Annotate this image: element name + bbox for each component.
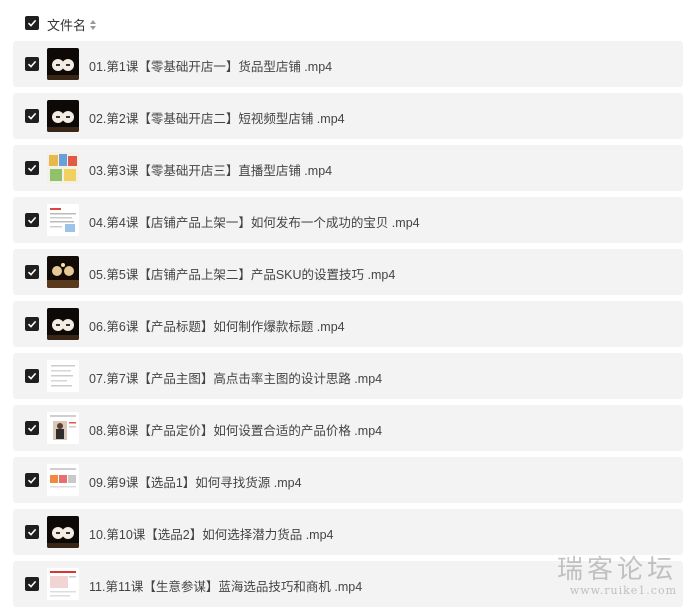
video-thumbnail[interactable] <box>47 48 79 80</box>
file-checkbox[interactable] <box>25 577 39 591</box>
file-checkbox[interactable] <box>25 369 39 383</box>
file-row[interactable]: 10.第10课【选品2】如何选择潜力货品 .mp4 <box>13 509 683 555</box>
file-checkbox[interactable] <box>25 317 39 331</box>
video-thumbnail[interactable] <box>47 152 79 184</box>
video-thumbnail[interactable] <box>47 412 79 444</box>
file-checkbox[interactable] <box>25 57 39 71</box>
file-name[interactable]: 11.第11课【生意参谋】蓝海选品技巧和商机 .mp4 <box>89 576 362 595</box>
video-thumbnail[interactable] <box>47 516 79 548</box>
checkmark-icon <box>27 424 37 432</box>
file-row[interactable]: 07.第7课【产品主图】高点击率主图的设计思路 .mp4 <box>13 353 683 399</box>
file-row[interactable]: 04.第4课【店铺产品上架一】如何发布一个成功的宝贝 .mp4 <box>13 197 683 243</box>
checkmark-icon <box>27 112 37 120</box>
file-name[interactable]: 07.第7课【产品主图】高点击率主图的设计思路 .mp4 <box>89 368 382 387</box>
video-thumbnail[interactable] <box>47 204 79 236</box>
file-name[interactable]: 04.第4课【店铺产品上架一】如何发布一个成功的宝贝 .mp4 <box>89 212 420 231</box>
checkmark-icon <box>27 372 37 380</box>
video-thumbnail[interactable] <box>47 360 79 392</box>
file-row[interactable]: 09.第9课【选品1】如何寻找货源 .mp4 <box>13 457 683 503</box>
file-name[interactable]: 01.第1课【零基础开店一】货品型店铺 .mp4 <box>89 56 332 75</box>
checkmark-icon <box>27 60 37 68</box>
file-name[interactable]: 06.第6课【产品标题】如何制作爆款标题 .mp4 <box>89 316 345 335</box>
file-list-header: 文件名 <box>0 0 683 44</box>
checkmark-icon <box>27 19 37 27</box>
file-checkbox[interactable] <box>25 161 39 175</box>
file-name[interactable]: 08.第8课【产品定价】如何设置合适的产品价格 .mp4 <box>89 420 382 439</box>
sort-updown-icon[interactable] <box>89 19 97 31</box>
file-checkbox[interactable] <box>25 109 39 123</box>
file-row[interactable]: 06.第6课【产品标题】如何制作爆款标题 .mp4 <box>13 301 683 347</box>
checkmark-icon <box>27 476 37 484</box>
file-name[interactable]: 05.第5课【店铺产品上架二】产品SKU的设置技巧 .mp4 <box>89 264 395 283</box>
video-thumbnail[interactable] <box>47 308 79 340</box>
select-all-checkbox[interactable] <box>25 16 39 30</box>
checkmark-icon <box>27 268 37 276</box>
file-row[interactable]: 03.第3课【零基础开店三】直播型店铺 .mp4 <box>13 145 683 191</box>
video-thumbnail[interactable] <box>47 568 79 600</box>
file-name[interactable]: 09.第9课【选品1】如何寻找货源 .mp4 <box>89 472 302 491</box>
file-row[interactable]: 02.第2课【零基础开店二】短视频型店铺 .mp4 <box>13 93 683 139</box>
file-checkbox[interactable] <box>25 473 39 487</box>
video-thumbnail[interactable] <box>47 464 79 496</box>
file-name[interactable]: 10.第10课【选品2】如何选择潜力货品 .mp4 <box>89 524 334 543</box>
file-row[interactable]: 05.第5课【店铺产品上架二】产品SKU的设置技巧 .mp4 <box>13 249 683 295</box>
file-row[interactable]: 08.第8课【产品定价】如何设置合适的产品价格 .mp4 <box>13 405 683 451</box>
file-name[interactable]: 02.第2课【零基础开店二】短视频型店铺 .mp4 <box>89 108 345 127</box>
file-row[interactable]: 11.第11课【生意参谋】蓝海选品技巧和商机 .mp4 <box>13 561 683 607</box>
file-checkbox[interactable] <box>25 525 39 539</box>
file-checkbox[interactable] <box>25 265 39 279</box>
file-checkbox[interactable] <box>25 421 39 435</box>
file-name[interactable]: 03.第3课【零基础开店三】直播型店铺 .mp4 <box>89 160 332 179</box>
checkmark-icon <box>27 528 37 536</box>
checkmark-icon <box>27 580 37 588</box>
name-column-header[interactable]: 文件名 <box>47 15 97 34</box>
checkmark-icon <box>27 164 37 172</box>
name-column-label: 文件名 <box>47 18 87 33</box>
file-row[interactable]: 01.第1课【零基础开店一】货品型店铺 .mp4 <box>13 41 683 87</box>
checkmark-icon <box>27 216 37 224</box>
video-thumbnail[interactable] <box>47 256 79 288</box>
video-thumbnail[interactable] <box>47 100 79 132</box>
file-checkbox[interactable] <box>25 213 39 227</box>
checkmark-icon <box>27 320 37 328</box>
